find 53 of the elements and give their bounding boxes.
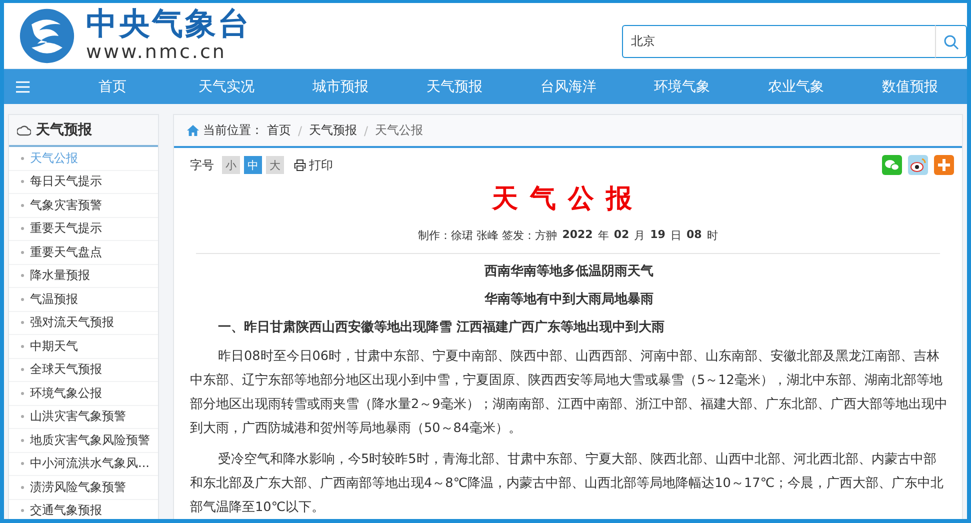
eye-share-icon[interactable] <box>908 155 928 175</box>
sidebar-link[interactable]: 每日天气提示 <box>9 170 158 194</box>
search-field[interactable]: 北京 <box>622 25 935 58</box>
breadcrumb-separator: / <box>298 124 302 138</box>
date-unit: 年 <box>598 228 609 243</box>
date-unit: 时 <box>706 228 718 243</box>
sidebar-link[interactable]: 强对流天气预报 <box>9 312 158 335</box>
breadcrumb-label: 当前位置： <box>203 122 263 139</box>
sidebar-link[interactable]: 交通气象预报 <box>9 500 158 519</box>
sidebar-link[interactable]: 降水量预报 <box>9 264 158 288</box>
search-icon[interactable] <box>943 34 959 50</box>
print-button[interactable]: 打印 <box>294 156 333 174</box>
breadcrumb-link[interactable]: 首页 <box>267 122 291 139</box>
sidebar-link[interactable]: 环境气象公报 <box>9 382 158 406</box>
site-url: www.nmc.cn <box>86 43 228 62</box>
chat-share-icon[interactable] <box>882 155 902 175</box>
paragraph: 昨日08时至今日06时，甘肃中东部、宁夏中南部、陕西中部、山西西部、河南中部、山东南部、安徽北部及黑龙江南部、吉林中东部、辽宁东部等地部分地区出现小到中雪，宁夏固原、陕西西安等局地大雪或暴雪（5～12毫米），湖北中东部、湖南北部等地部分地区出现雨转雪或雨夹雪（降水量2～9毫米）；湖南南部、江西中南部、浙江中部、福建大部、广东北部、广西大部等地出现中到大雨，广西防城港和贺州等局地暴雨（50～84毫米）。 <box>190 348 948 438</box>
plus-share-icon[interactable] <box>934 155 954 175</box>
breadcrumb-link[interactable]: 天气预报 <box>309 122 358 139</box>
sidebar-link[interactable]: 气温预报 <box>9 288 158 312</box>
breadcrumb-separator: / <box>364 124 368 138</box>
sidebar-link[interactable]: 地质灾害气象风险预警 <box>9 429 158 452</box>
menu-icon[interactable] <box>16 80 30 92</box>
headline: 西南华南等地多低温阴雨天气 <box>484 263 654 281</box>
headline: 华南等地有中到大雨局地暴雨 <box>483 291 654 309</box>
font-size-button[interactable]: 大 <box>266 156 284 174</box>
section-heading: 一、昨日甘肃陕西山西安徽等地出现降雪 江西福建广西广东等地出现中到大雨 <box>217 318 666 337</box>
paragraph: 受冷空气和降水影响，今5时较昨5时，青海北部、甘肃中东部、宁夏大部、陕西北部、山西中北部、河北西北部、内蒙古中部和东北部及广东大部、广西南部等地出现4～8℃降温，内蒙古中部、山西北部等局地降幅达10～17℃；今晨，广西大部、广东中北部气温降至10℃以下。 <box>190 451 945 517</box>
sidebar-link[interactable]: 重要天气盘点 <box>9 241 158 264</box>
date-number: 02 <box>614 228 630 243</box>
sidebar-link[interactable]: 中期天气 <box>9 335 158 358</box>
article-author: 制作：徐珺 张峰 签发：方翀 <box>418 228 558 243</box>
logo-icon <box>18 6 76 64</box>
printer-icon[interactable] <box>294 159 306 171</box>
date-number: 2022 <box>562 228 593 243</box>
site-title: 中央气象台 <box>86 9 251 40</box>
home-icon <box>187 125 199 136</box>
sidebar-link[interactable]: 全球天气预报 <box>9 358 158 382</box>
font-size-button[interactable]: 小 <box>222 156 240 174</box>
sidebar-link[interactable]: 气象灾害预警 <box>9 194 158 218</box>
date-number: 19 <box>650 228 666 243</box>
font-size-label: 字号 <box>190 156 214 174</box>
sidebar-link[interactable]: 渍涝风险气象预警 <box>9 476 158 500</box>
date-number: 08 <box>686 228 702 243</box>
sidebar-link[interactable]: 中小河流洪水气象风... <box>9 452 158 476</box>
date-unit: 月 <box>634 228 646 243</box>
sidebar-link[interactable]: 山洪灾害气象预警 <box>9 406 158 429</box>
sidebar-title: 天气预报 <box>36 121 92 139</box>
breadcrumb-link[interactable]: 天气公报 <box>375 122 424 139</box>
article-title: 天气公报 <box>490 183 645 216</box>
date-unit: 日 <box>670 228 682 243</box>
cloud-icon <box>17 124 31 136</box>
sidebar-link[interactable]: 重要天气提示 <box>9 218 158 241</box>
